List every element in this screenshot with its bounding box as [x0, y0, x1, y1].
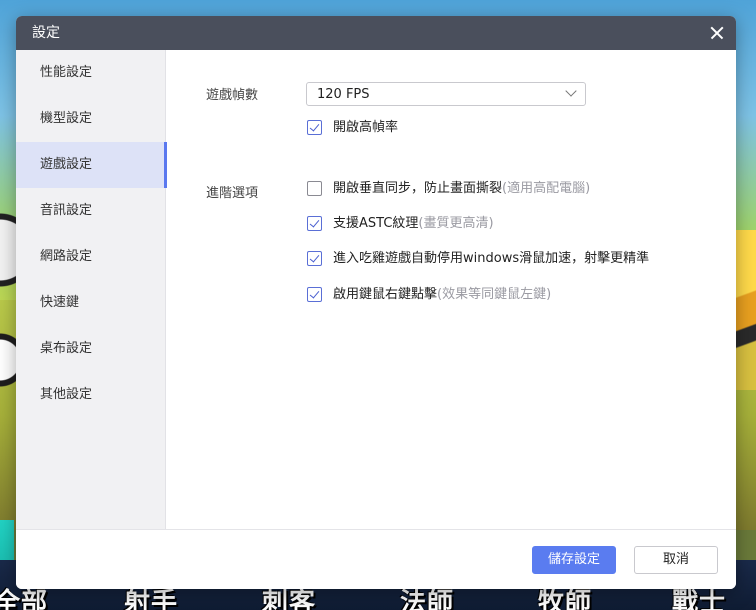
astc-label: 支援ASTC紋理(畫質更高清) [333, 215, 494, 233]
right-click-label: 啟用鍵鼠右鍵點擊(效果等同鍵鼠左鍵) [333, 286, 551, 304]
high-frame-rate-label: 開啟高幀率 [333, 120, 399, 135]
settings-content: 遊戲幀數 120 FPS 開啟高幀率 進階選項 開啟垂直同步，防止畫面撕裂(適用… [167, 50, 736, 529]
sidebar-item-network[interactable]: 網路設定 [16, 234, 166, 280]
right-click-note: (效果等同鍵鼠左鍵) [437, 287, 552, 302]
chevron-down-icon [565, 87, 577, 99]
sidebar-item-shortcuts[interactable]: 快速鍵 [16, 280, 166, 326]
vsync-note: (適用高配電腦) [502, 181, 591, 196]
save-settings-button[interactable]: 儲存設定 [532, 546, 616, 574]
cancel-button[interactable]: 取消 [634, 546, 718, 574]
vsync-label: 開啟垂直同步，防止畫面撕裂(適用高配電腦) [333, 180, 590, 198]
background-character-right [736, 230, 756, 390]
sidebar-item-other[interactable]: 其他設定 [16, 372, 166, 418]
mouse-accel-label: 進入吃雞遊戲自動停用windows滑鼠加速，射擊更精準 [333, 251, 650, 266]
dialog-title: 設定 [32, 25, 60, 41]
sidebar-item-game[interactable]: 遊戲設定 [16, 142, 167, 188]
mouse-accel-checkbox[interactable] [307, 251, 322, 266]
high-frame-rate-checkbox[interactable] [307, 120, 322, 135]
astc-text: 支援ASTC紋理 [333, 216, 419, 231]
right-click-text: 啟用鍵鼠右鍵點擊 [333, 287, 438, 302]
sidebar-item-device-model[interactable]: 機型設定 [16, 96, 166, 142]
astc-checkbox[interactable] [307, 216, 322, 231]
vsync-text: 開啟垂直同步，防止畫面撕裂 [333, 181, 503, 196]
dialog-footer: 儲存設定 取消 [16, 529, 736, 589]
frame-rate-select[interactable]: 120 FPS [306, 82, 586, 106]
sidebar-item-performance[interactable]: 性能設定 [16, 50, 166, 96]
settings-sidebar: 性能設定 機型設定 遊戲設定 音訊設定 網路設定 快速鍵 桌布設定 其他設定 [16, 50, 167, 529]
sidebar-item-audio[interactable]: 音訊設定 [16, 188, 166, 234]
close-icon[interactable] [706, 22, 728, 44]
dialog-titlebar: 設定 [16, 16, 736, 50]
frame-rate-label: 遊戲幀數 [206, 88, 259, 103]
astc-note: (畫質更高清) [418, 216, 494, 231]
settings-dialog: 設定 性能設定 機型設定 遊戲設定 音訊設定 網路設定 快速鍵 桌布設定 其他設… [16, 16, 736, 589]
right-click-checkbox[interactable] [307, 287, 322, 302]
sidebar-item-wallpaper[interactable]: 桌布設定 [16, 326, 166, 372]
vsync-checkbox[interactable] [307, 181, 322, 196]
advanced-options-label: 進階選項 [206, 186, 259, 201]
frame-rate-value: 120 FPS [317, 87, 370, 102]
